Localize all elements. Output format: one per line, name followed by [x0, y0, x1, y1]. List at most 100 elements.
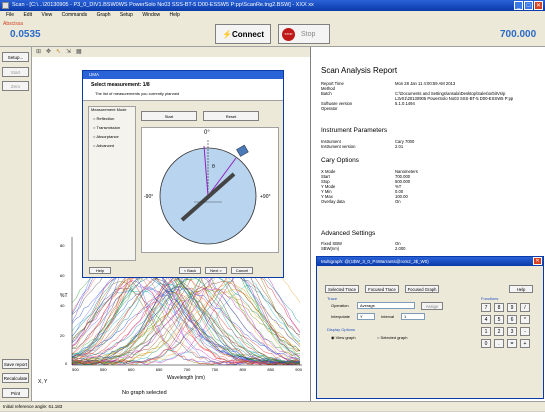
angle-theta-label: θ [212, 164, 215, 170]
menu-setup[interactable]: Setup [120, 12, 133, 18]
radio-label: Advanced [96, 143, 115, 148]
connect-button[interactable]: ⚡Connect [215, 24, 271, 44]
key-minus[interactable]: - [520, 327, 530, 336]
spectrum-trace [71, 289, 301, 365]
print-button[interactable]: Print [2, 388, 29, 398]
key-5[interactable]: 5 [494, 315, 504, 324]
dialog-header-title: Select measurement: 1/8 [91, 82, 150, 88]
x-tick: 800 [239, 367, 247, 372]
x-tick: 650 [155, 367, 163, 372]
dialog-header: Select measurement: 1/8 The list of meas… [83, 79, 283, 101]
radio-transmission[interactable]: ○ Transmission [93, 125, 120, 130]
app-icon [2, 2, 9, 9]
dialog-next-button[interactable]: Next > [205, 267, 227, 274]
menu-view[interactable]: View [41, 12, 52, 18]
report-value: Mon 28 Jan 11 4:00:59 AM 2013 [395, 81, 456, 86]
view-graph-radio[interactable]: ◉ View graph [331, 335, 356, 340]
minimize-button[interactable]: _ [514, 1, 523, 10]
key-0[interactable]: 0 [481, 339, 491, 348]
menu-window[interactable]: Window [142, 12, 160, 18]
multigraph-title: Multigraph: @(1$W_3_0_P4Warrants@rom2_J$… [317, 257, 543, 266]
menu-commands[interactable]: Commands [62, 12, 88, 18]
menu-graph[interactable]: Graph [97, 12, 111, 18]
dialog-help-button[interactable]: Help [89, 267, 111, 274]
key-7[interactable]: 7 [481, 303, 491, 312]
key-2[interactable]: 2 [494, 327, 504, 336]
key-9[interactable]: 9 [507, 303, 517, 312]
key-4[interactable]: 4 [481, 315, 491, 324]
dialog-back-button[interactable]: < Back [179, 267, 201, 274]
cursor-icon[interactable]: ↖ [56, 48, 61, 55]
dialog-start-button[interactable]: Start [141, 111, 197, 121]
autoscale-icon[interactable]: ⇲ [66, 48, 71, 55]
connect-icon: ⚡ [222, 30, 232, 39]
save-report-button[interactable]: Save report [2, 359, 29, 369]
angle-right-label: +90° [260, 194, 271, 200]
dialog-header-subtitle: The list of measurements you currently p… [95, 91, 180, 96]
operation-select[interactable]: Average [357, 302, 415, 309]
multigraph-help-button[interactable]: Help [509, 285, 533, 293]
spectrum-trace [71, 287, 301, 366]
recalculate-button[interactable]: Recalculate [2, 373, 29, 383]
pan-icon[interactable]: ✥ [46, 48, 51, 55]
key-plus[interactable]: + [520, 339, 530, 348]
key-dot[interactable]: . [494, 339, 504, 348]
focused-trace-tab[interactable]: Focused Trace [365, 285, 399, 293]
multigraph-close-button[interactable]: ✕ [533, 257, 542, 265]
report-key: Instrument version [321, 144, 356, 149]
report-key: Operator [321, 106, 338, 111]
grid-icon[interactable]: ▦ [76, 48, 82, 55]
selected-graph-radio[interactable]: ○ Selected graph [377, 335, 407, 340]
interval-input[interactable]: 1 [401, 313, 425, 320]
report-key: Overlay data [321, 199, 345, 204]
key-6[interactable]: 6 [507, 315, 517, 324]
x-tick: 500 [72, 367, 79, 372]
interpolate-select[interactable]: Y [357, 313, 375, 320]
goniometer-diagram [159, 140, 257, 245]
x-tick: 550 [99, 367, 107, 372]
mode-group-label: Measurement Mode [91, 107, 127, 112]
dialog-cancel-button[interactable]: Cancel [231, 267, 253, 274]
focused-graph-tab[interactable]: Focused Graph [405, 285, 439, 293]
selected-trace-tab[interactable]: Selected Trace [325, 285, 359, 293]
dialog-reset-button[interactable]: Reset [203, 111, 259, 121]
radio-label: Transmission [96, 125, 121, 130]
key-3[interactable]: 3 [507, 327, 517, 336]
key-1[interactable]: 1 [481, 327, 491, 336]
radio-reflection[interactable]: ○ Reflection [93, 116, 114, 121]
stop-label: Stop [301, 31, 316, 38]
stop-button[interactable]: STOP Stop [278, 24, 330, 44]
zoom-icon[interactable]: ⊞ [36, 48, 41, 55]
maximize-button[interactable]: □ [524, 1, 533, 10]
key-8[interactable]: 8 [494, 303, 504, 312]
radio-absorptance[interactable]: ○ Absorptance [93, 134, 119, 139]
report-top-rows: Report Time Mon 28 Jan 11 4:00:59 AM 2013… [321, 81, 531, 111]
advanced-rows: Fixed SBW On SBW(nm) 2.000 [321, 241, 405, 251]
y-tick: 20 [60, 333, 65, 338]
key-divide[interactable]: / [520, 303, 530, 312]
menu-file[interactable]: File [6, 12, 14, 18]
report-value: 5.1.0.1494 [395, 101, 415, 106]
y-tick: 0 [65, 361, 68, 366]
trace-label: Trace [327, 296, 338, 301]
assign-button[interactable]: Assign [421, 302, 443, 310]
start-button[interactable]: Start [2, 67, 29, 77]
key-equals[interactable]: = [507, 339, 517, 348]
report-value: On [395, 199, 401, 204]
measurement-dialog: UMA Select measurement: 1/8 The list of … [82, 70, 284, 278]
radio-advanced[interactable]: ○ Advanced [93, 143, 114, 148]
advanced-settings-title: Advanced Settings [321, 230, 376, 237]
abscissa-readout: 0.0535 [10, 29, 41, 40]
y-tick: 80 [60, 243, 65, 248]
menu-edit[interactable]: Edit [23, 12, 32, 18]
key-multiply[interactable]: * [520, 315, 530, 324]
x-tick: 900 [295, 367, 302, 372]
report-value: 2.000 [395, 246, 406, 251]
zero-button[interactable]: Zero [2, 81, 29, 91]
close-button[interactable]: ✕ [534, 1, 543, 10]
menu-help[interactable]: Help [170, 12, 180, 18]
x-tick: 750 [211, 367, 219, 372]
setup-button[interactable]: Setup... [2, 52, 29, 62]
x-tick: 700 [183, 367, 191, 372]
y-axis-label: %T [60, 293, 68, 299]
